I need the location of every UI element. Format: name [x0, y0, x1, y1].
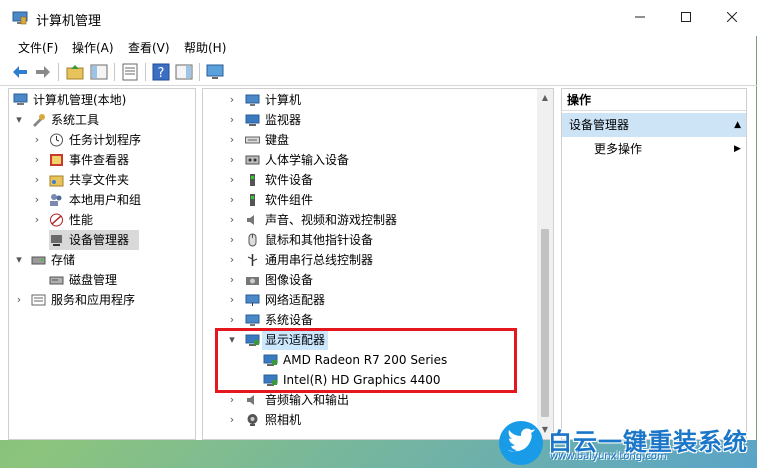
- shared-folder-icon: [49, 175, 64, 187]
- watermark: 白云一键重装系统 www.baiyunxitong.com: [498, 420, 757, 468]
- expand-arrow[interactable]: ›: [227, 290, 237, 310]
- event-viewer-icon: [50, 154, 63, 166]
- submenu-arrow-icon[interactable]: ▶: [734, 139, 741, 159]
- expand-arrow[interactable]: ›: [32, 190, 42, 210]
- expand-arrow[interactable]: ›: [32, 170, 42, 190]
- maximize-icon: [681, 12, 691, 22]
- console-tree-pane: 计算机管理(本地) ▾ 系统工具 › 任务计划程序 › 事件查看器 › 共享文件…: [8, 88, 196, 440]
- storage-icon: [31, 256, 46, 265]
- webcam-icon: [247, 414, 258, 426]
- scrollbar-thumb[interactable]: [541, 229, 549, 417]
- maximize-button[interactable]: [663, 0, 709, 36]
- twitter-bird-logo: [499, 421, 543, 465]
- window-title: 计算机管理: [36, 14, 102, 29]
- device-manager-icon: [51, 235, 62, 246]
- menu-view[interactable]: 查看(V): [128, 39, 170, 56]
- expand-arrow[interactable]: ›: [14, 290, 24, 310]
- expand-arrow[interactable]: ›: [32, 150, 42, 170]
- monitor-scan-icon[interactable]: [205, 62, 225, 82]
- menu-bar: 文件(F) 操作(A) 查看(V) 帮助(H): [0, 36, 757, 58]
- scroll-up-icon[interactable]: ▲: [537, 91, 553, 105]
- expand-arrow[interactable]: ›: [32, 130, 42, 150]
- hid-icon: [245, 155, 260, 165]
- expand-arrow[interactable]: ›: [227, 250, 237, 270]
- collapse-up-icon[interactable]: ▲: [734, 113, 741, 137]
- properties-icon[interactable]: [120, 62, 140, 82]
- tools-icon: [33, 114, 45, 127]
- computer-management-icon: [12, 11, 28, 25]
- actions-section-device-manager[interactable]: 设备管理器 ▲: [562, 113, 746, 137]
- svg-text:?: ?: [158, 66, 165, 81]
- close-button[interactable]: [709, 0, 755, 36]
- actions-pane: 操作 设备管理器 ▲ 更多操作 ▶: [561, 88, 747, 440]
- expand-arrow[interactable]: ›: [227, 210, 237, 230]
- menu-help[interactable]: 帮助(H): [184, 39, 226, 56]
- expand-arrow[interactable]: ›: [227, 230, 237, 250]
- expand-arrow[interactable]: ▾: [14, 250, 24, 270]
- mouse-icon: [248, 233, 257, 247]
- expand-arrow[interactable]: ›: [227, 170, 237, 190]
- forward-arrow-icon[interactable]: [33, 62, 53, 82]
- minimize-icon: [635, 16, 645, 18]
- toolbar-separator: [199, 63, 200, 81]
- expand-arrow[interactable]: ▾: [14, 110, 24, 130]
- system-device-icon: [245, 314, 260, 326]
- toolbar-separator: [145, 63, 146, 81]
- menu-action[interactable]: 操作(A): [72, 39, 114, 56]
- computer-management-icon: [13, 93, 28, 105]
- expand-arrow[interactable]: ›: [227, 150, 237, 170]
- expand-arrow[interactable]: ›: [227, 270, 237, 290]
- toolbar: ?: [0, 58, 757, 86]
- performance-icon: [50, 213, 63, 227]
- toolbar-separator: [114, 63, 115, 81]
- expand-arrow[interactable]: ›: [227, 390, 237, 410]
- sound-icon: [247, 215, 254, 225]
- expand-arrow[interactable]: ›: [227, 310, 237, 330]
- usb-icon: [247, 254, 258, 266]
- back-arrow-icon[interactable]: [10, 62, 30, 82]
- expand-arrow[interactable]: ›: [32, 210, 42, 230]
- actions-header: 操作: [562, 89, 746, 111]
- actions-section-label: 设备管理器: [569, 118, 630, 132]
- help-icon[interactable]: ?: [151, 62, 171, 82]
- software-device-icon: [250, 174, 255, 186]
- up-folder-icon[interactable]: [65, 62, 85, 82]
- users-icon: [50, 194, 62, 206]
- highlight-box: [215, 328, 517, 393]
- disk-icon: [49, 276, 64, 285]
- services-icon: [31, 294, 46, 306]
- network-icon: [245, 294, 260, 306]
- monitor-icon: [245, 114, 260, 126]
- title-bar[interactable]: 计算机管理: [0, 0, 757, 36]
- watermark-url: www.baiyunxitong.com: [550, 451, 667, 462]
- software-component-icon: [250, 194, 255, 206]
- menu-file[interactable]: 文件(F): [18, 39, 58, 56]
- expand-arrow[interactable]: ›: [227, 190, 237, 210]
- vertical-scrollbar[interactable]: ▲ ▼: [537, 89, 553, 439]
- toolbar-separator: [58, 63, 59, 81]
- keyboard-icon: [245, 136, 260, 144]
- expand-arrow[interactable]: ›: [227, 90, 237, 110]
- expand-arrow[interactable]: ›: [227, 130, 237, 150]
- expand-arrow[interactable]: ›: [227, 110, 237, 130]
- minimize-button[interactable]: [617, 0, 663, 36]
- camera-device-icon: [246, 277, 259, 285]
- clock-icon: [50, 133, 63, 147]
- close-icon: [726, 11, 738, 23]
- expand-arrow[interactable]: ›: [227, 410, 237, 430]
- computer-icon: [245, 94, 260, 106]
- show-hide-tree-icon[interactable]: [89, 62, 109, 82]
- action-pane-icon[interactable]: [174, 62, 194, 82]
- audio-icon: [247, 395, 254, 405]
- more-actions-item[interactable]: 更多操作: [594, 139, 642, 159]
